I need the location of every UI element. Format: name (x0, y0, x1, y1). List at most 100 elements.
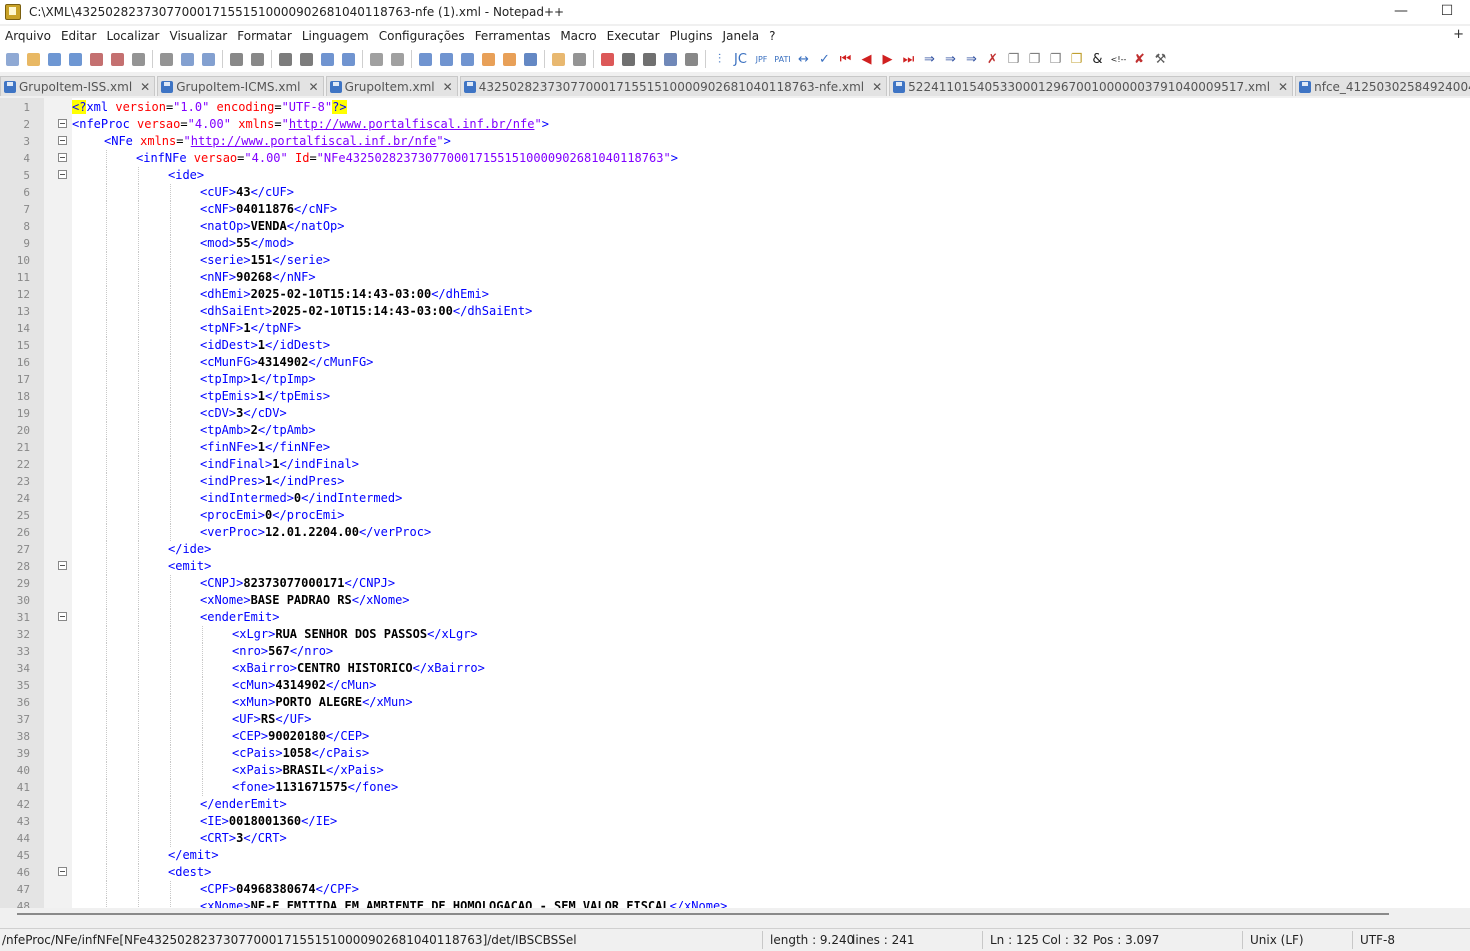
plugin-toolbar-icon[interactable]: ✗ (982, 49, 1003, 70)
code-token: " (534, 117, 542, 131)
plugin-toolbar-icon[interactable]: ❐ (1003, 49, 1024, 70)
undo-icon[interactable] (226, 49, 247, 70)
plugin-toolbar-icon[interactable]: PATI (772, 49, 793, 70)
plugin-toolbar-icon[interactable]: ⇒ (961, 49, 982, 70)
plugin-toolbar-icon[interactable]: & (1087, 49, 1108, 70)
code-token: </cNF> (293, 202, 338, 216)
save-macro-icon[interactable] (681, 49, 702, 70)
fold-toggle-icon[interactable] (58, 136, 67, 145)
file-tab[interactable]: GrupoItem-ISS.xml ✕ (0, 76, 156, 96)
close-icon[interactable] (86, 49, 107, 70)
tab-close-icon[interactable]: ✕ (872, 80, 882, 94)
tab-close-icon[interactable]: ✕ (443, 80, 453, 94)
menu-item[interactable]: Macro (555, 29, 601, 43)
fold-toggle-icon[interactable] (58, 170, 67, 179)
menu-item[interactable]: Arquivo (0, 29, 56, 43)
plugin-toolbar-icon[interactable]: JC (730, 49, 751, 70)
tab-close-icon[interactable]: ✕ (309, 80, 319, 94)
indent-guide-icon[interactable] (457, 49, 478, 70)
line-number: 14 (16, 322, 30, 335)
menu-item[interactable]: ? (764, 29, 780, 43)
file-tab[interactable]: nfce_41250302584924004286650060000048081… (1295, 76, 1470, 96)
sync-horizontal-icon[interactable] (387, 49, 408, 70)
file-tab[interactable]: 5224110154053300012967001000000379104000… (889, 76, 1294, 96)
plugin-toolbar-icon[interactable]: ▶ (877, 49, 898, 70)
tab-close-icon[interactable]: ✕ (140, 80, 150, 94)
plugin-toolbar-icon[interactable]: ⇒ (919, 49, 940, 70)
plugin-toolbar-icon[interactable]: ⏮ (835, 49, 856, 70)
plugin-toolbar-icon[interactable]: ⏭ (898, 49, 919, 70)
plugin-toolbar-icon[interactable]: ⇒ (940, 49, 961, 70)
word-wrap-icon[interactable] (415, 49, 436, 70)
code-token: </emit> (168, 848, 219, 862)
menu-item[interactable]: Plugins (665, 29, 718, 43)
find-icon[interactable] (275, 49, 296, 70)
record-macro-icon[interactable] (597, 49, 618, 70)
plugin-toolbar-icon[interactable]: JPF (751, 49, 772, 70)
add-tab-plus-icon[interactable]: + (1453, 27, 1464, 42)
open-file-icon[interactable] (23, 49, 44, 70)
redo-icon[interactable] (247, 49, 268, 70)
replace-icon[interactable] (296, 49, 317, 70)
fold-toggle-icon[interactable] (58, 867, 67, 876)
plugin-toolbar-icon[interactable]: ✓ (814, 49, 835, 70)
menu-item[interactable]: Executar (602, 29, 665, 43)
menu-item[interactable]: Localizar (101, 29, 164, 43)
plugin-toolbar-icon[interactable]: ❐ (1066, 49, 1087, 70)
save-all-icon[interactable] (65, 49, 86, 70)
code-text: <serie>151</serie> (200, 252, 330, 269)
stop-macro-icon[interactable] (618, 49, 639, 70)
code-token: </tpEmis> (265, 389, 331, 403)
folder-workspace-icon[interactable] (548, 49, 569, 70)
new-file-icon[interactable] (2, 49, 23, 70)
menu-item[interactable]: Configurações (374, 29, 470, 43)
menu-item[interactable]: Formatar (232, 29, 297, 43)
play-macro-icon[interactable] (639, 49, 660, 70)
print-icon[interactable] (128, 49, 149, 70)
zoom-out-icon[interactable] (338, 49, 359, 70)
horizontal-scrollbar[interactable] (0, 908, 1470, 922)
plugin-toolbar-icon[interactable]: ⚒ (1150, 49, 1171, 70)
line-number: 35 (16, 679, 30, 692)
plugin-toolbar-icon[interactable]: ✘ (1129, 49, 1150, 70)
sync-vertical-icon[interactable] (366, 49, 387, 70)
plugin-toolbar-icon[interactable]: <!-- (1108, 49, 1129, 70)
fold-toggle-icon[interactable] (58, 612, 67, 621)
run-macro-multiple-icon[interactable] (660, 49, 681, 70)
plugin-toolbar-icon[interactable]: ❐ (1024, 49, 1045, 70)
tab-close-icon[interactable]: ✕ (1278, 80, 1288, 94)
function-list-icon[interactable] (520, 49, 541, 70)
menu-item[interactable]: Visualizar (165, 29, 233, 43)
code-line: 44 <CRT>3</CRT> (0, 830, 1470, 847)
file-tab[interactable]: 4325028237307700017155151000090268104011… (459, 76, 888, 96)
file-tab[interactable]: GrupoItem-ICMS.xml ✕ (157, 76, 324, 96)
code-token: 04968380674 (236, 882, 316, 896)
doc-map-icon[interactable] (499, 49, 520, 70)
show-all-chars-icon[interactable] (436, 49, 457, 70)
menu-item[interactable]: Ferramentas (470, 29, 556, 43)
plugin-toolbar-icon[interactable]: ↔ (793, 49, 814, 70)
code-token: <nNF> (200, 270, 237, 284)
editor[interactable]: 1 <?xml version="1.0" encoding="UTF-8"?> 2… (0, 98, 1470, 908)
fold-toggle-icon[interactable] (58, 153, 67, 162)
paste-icon[interactable] (198, 49, 219, 70)
menu-item[interactable]: Linguagem (297, 29, 374, 43)
user-lang-icon[interactable] (478, 49, 499, 70)
plugin-toolbar-icon[interactable]: ❐ (1045, 49, 1066, 70)
maximize-button[interactable]: ☐ (1424, 0, 1470, 22)
copy-icon[interactable] (177, 49, 198, 70)
plugin-toolbar-icon[interactable]: ◀ (856, 49, 877, 70)
plugin-toolbar-icon[interactable]: ⫶ (709, 49, 730, 70)
monitoring-icon[interactable] (569, 49, 590, 70)
cut-icon[interactable] (156, 49, 177, 70)
zoom-in-icon[interactable] (317, 49, 338, 70)
scrollbar-thumb[interactable] (17, 913, 1389, 915)
menu-item[interactable]: Editar (56, 29, 102, 43)
close-all-icon[interactable] (107, 49, 128, 70)
minimize-button[interactable]: — (1378, 0, 1424, 22)
file-tab[interactable]: GrupoItem.xml ✕ (325, 76, 458, 96)
save-icon[interactable] (44, 49, 65, 70)
fold-toggle-icon[interactable] (58, 119, 67, 128)
menu-item[interactable]: Janela (718, 29, 765, 43)
fold-toggle-icon[interactable] (58, 561, 67, 570)
